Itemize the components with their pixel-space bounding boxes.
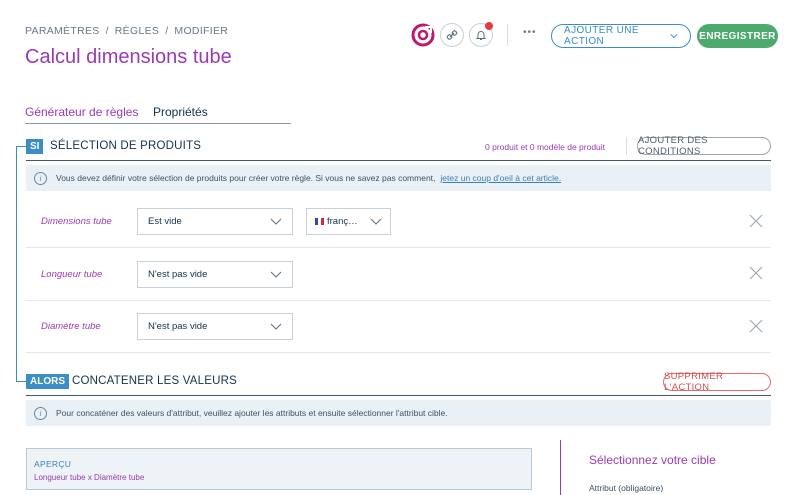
connector-line	[16, 146, 17, 382]
france-flag-icon	[315, 217, 324, 225]
si-badge: SI	[26, 139, 44, 154]
locale-select[interactable]: franç…	[306, 208, 391, 235]
operator-value: N'est pas vide	[148, 269, 208, 280]
row-separator	[26, 352, 771, 353]
operator-value: N'est pas vide	[148, 321, 208, 332]
target-title: Sélectionnez votre cible	[589, 453, 716, 467]
breadcrumb-item-modifier: MODIFIER	[174, 25, 229, 37]
remove-condition-icon[interactable]	[749, 214, 763, 228]
alors-section-title: CONCATENER LES VALEURS	[72, 375, 238, 387]
row-separator	[26, 300, 771, 301]
notification-badge	[485, 22, 493, 30]
bell-icon	[475, 31, 487, 40]
target-panel-border	[560, 440, 561, 495]
condition-label-dimensions: Dimensions tube	[41, 216, 112, 227]
target-attribute-label: Attribut (obligatoire)	[589, 483, 664, 493]
chevron-down-icon	[270, 323, 282, 330]
si-info-text: Vous devez définir votre sélection de pr…	[56, 173, 436, 183]
operator-select[interactable]: N'est pas vide	[137, 261, 293, 288]
si-info-bar: i Vous devez définir votre sélection de …	[26, 165, 771, 191]
chevron-down-icon	[270, 218, 282, 225]
operator-value: Est vide	[148, 216, 182, 227]
preview-value: Longueur tube x Diamètre tube	[34, 473, 145, 482]
help-article-link[interactable]: jetez un coup d'oeil à cet article.	[440, 173, 561, 183]
section-divider	[626, 137, 627, 155]
add-action-label: AJOUTER UNE ACTION	[564, 25, 639, 47]
breadcrumb-item-regles[interactable]: RÈGLES	[115, 25, 159, 37]
chevron-down-icon	[370, 218, 382, 225]
connector-line	[16, 146, 26, 147]
condition-label-diametre: Diamètre tube	[41, 321, 101, 332]
section-rule	[26, 160, 771, 161]
breadcrumb: PARAMÈTRES / RÈGLES / MODIFIER	[25, 25, 228, 37]
save-button[interactable]: ENREGISTRER	[697, 24, 778, 48]
tab-rule-builder[interactable]: Générateur de règles	[25, 105, 138, 119]
remove-condition-icon[interactable]	[749, 266, 763, 280]
tab-properties[interactable]: Propriétés	[153, 105, 208, 119]
header-divider	[507, 24, 508, 46]
alors-info-bar: i Pour concaténer des valeurs d'attribut…	[26, 400, 771, 426]
info-icon: i	[34, 171, 47, 185]
operator-select[interactable]: Est vide	[137, 208, 293, 235]
product-count: 0 produit et 0 modèle de produit	[485, 142, 606, 152]
add-conditions-button[interactable]: AJOUTER DES CONDITIONS	[637, 135, 771, 157]
locale-value-wrap: franç…	[315, 216, 358, 227]
section-rule	[26, 395, 771, 396]
preview-box: APERÇU Longueur tube x Diamètre tube	[26, 448, 532, 490]
chevron-down-icon	[270, 271, 282, 278]
more-options-icon[interactable]: •••	[523, 27, 537, 38]
connector-line	[16, 381, 26, 382]
preview-title: APERÇU	[34, 459, 72, 469]
page-title: Calcul dimensions tube	[25, 46, 232, 68]
alors-badge: ALORS	[26, 374, 69, 389]
operator-select[interactable]: N'est pas vide	[137, 313, 293, 340]
chevron-down-icon	[670, 34, 678, 39]
si-section-title: SÉLECTION DE PRODUITS	[50, 140, 202, 152]
add-action-button[interactable]: AJOUTER UNE ACTION	[551, 24, 691, 48]
condition-label-longueur: Longueur tube	[41, 269, 103, 280]
breadcrumb-separator: /	[105, 25, 109, 37]
breadcrumb-item-parametres[interactable]: PARAMÈTRES	[25, 25, 100, 37]
app-logo-icon[interactable]	[411, 23, 435, 47]
info-icon: i	[34, 406, 47, 420]
locale-value: franç…	[327, 216, 358, 227]
breadcrumb-separator: /	[165, 25, 169, 37]
notifications-button[interactable]	[469, 22, 493, 47]
tabs-underline	[25, 123, 291, 124]
row-separator	[26, 247, 771, 248]
alors-info-text: Pour concaténer des valeurs d'attribut, …	[56, 408, 448, 418]
link-icon[interactable]	[440, 23, 464, 47]
delete-action-button[interactable]: SUPPRIMER L'ACTION	[663, 371, 771, 393]
remove-condition-icon[interactable]	[749, 319, 763, 333]
